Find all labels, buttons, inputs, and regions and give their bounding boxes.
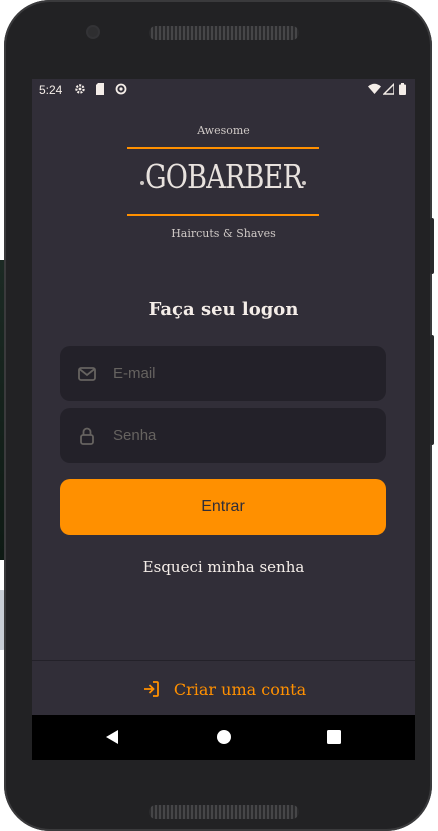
password-field[interactable]: Senha	[60, 408, 386, 463]
lock-icon	[77, 426, 97, 446]
page-title: Faça seu logon	[148, 299, 299, 320]
volume-button	[430, 218, 434, 274]
footer-divider	[32, 660, 415, 661]
recents-icon[interactable]	[326, 729, 342, 750]
logo-bottom-line	[127, 214, 319, 216]
status-time: 5:24	[39, 83, 63, 97]
back-icon[interactable]	[104, 729, 120, 750]
mail-icon	[77, 364, 97, 384]
power-button	[430, 335, 434, 445]
email-placeholder: E-mail	[113, 365, 156, 382]
sd-card-icon	[95, 83, 105, 98]
log-in-icon	[141, 679, 161, 699]
battery-icon	[399, 83, 406, 98]
wifi-icon	[368, 83, 381, 98]
create-account-label: Criar uma conta	[173, 679, 307, 699]
login-button[interactable]: Entrar	[60, 479, 386, 535]
logo-top-text: Awesome	[197, 124, 250, 137]
phone-frame: 5:24 Awesome GOBARBER Haircuts & Shaves …	[4, 0, 434, 831]
password-placeholder: Senha	[113, 427, 157, 444]
email-field[interactable]: E-mail	[60, 346, 386, 401]
app-screen: 5:24 Awesome GOBARBER Haircuts & Shaves …	[32, 79, 415, 760]
system-navigation-bar	[32, 715, 415, 760]
top-speaker	[149, 26, 299, 40]
cellular-icon	[382, 82, 395, 98]
logo-brand: GOBARBER	[144, 157, 303, 196]
create-account-link[interactable]: Criar uma conta	[141, 679, 306, 699]
status-bar: 5:24	[32, 79, 415, 101]
gear-icon	[74, 83, 86, 98]
front-camera	[88, 27, 98, 37]
forgot-password-link[interactable]: Esqueci minha senha	[32, 558, 415, 576]
sync-icon	[115, 83, 127, 98]
logo-bottom-text: Haircuts & Shaves	[171, 227, 276, 240]
create-account-row: Criar uma conta	[32, 679, 415, 701]
bottom-speaker	[149, 805, 299, 819]
logo-right-dot	[302, 181, 306, 185]
home-icon[interactable]	[216, 729, 232, 750]
logo-top-line	[127, 147, 319, 149]
